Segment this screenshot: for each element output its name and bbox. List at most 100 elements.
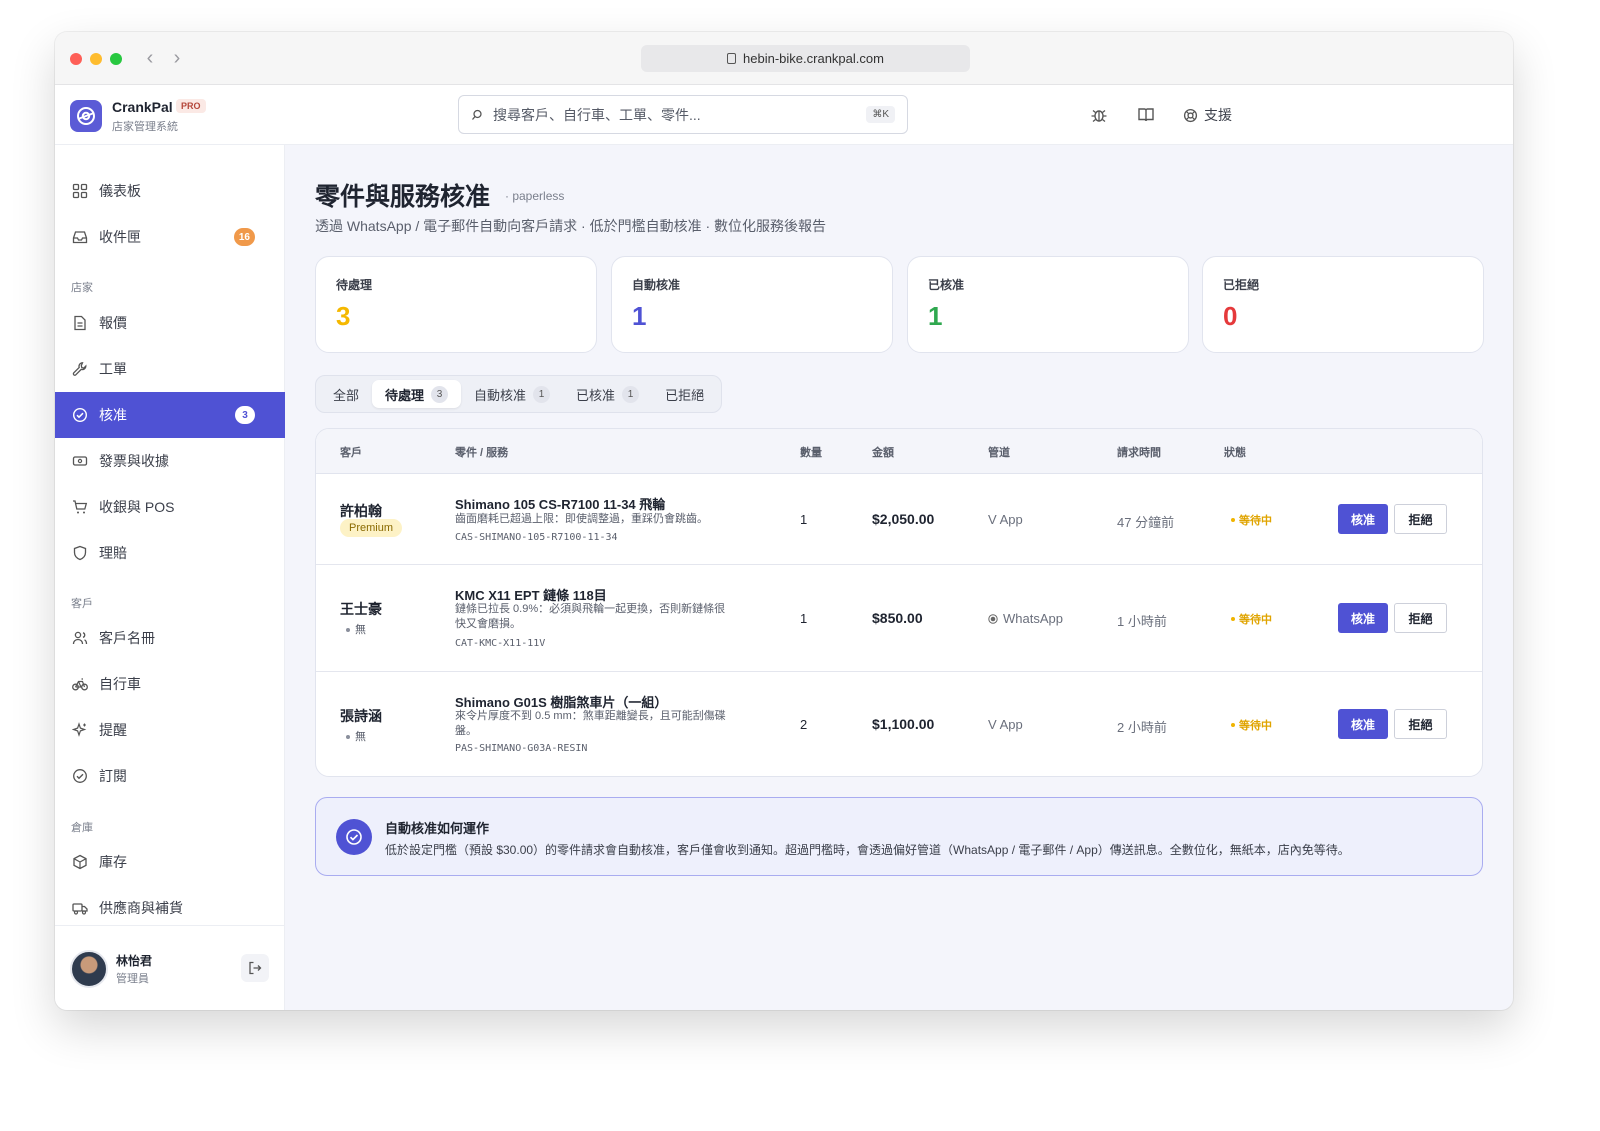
- sidebar: 儀表板 收件匣 16 店家 報價 工單 核准 3 發票與收據 收銀與 POS 理…: [55, 145, 285, 1010]
- approve-button[interactable]: 核准: [1338, 504, 1388, 534]
- status-badge: 等待中: [1231, 611, 1272, 627]
- amount: $2,050.00: [872, 511, 935, 527]
- quantity: 2: [800, 717, 808, 732]
- logout-button[interactable]: [241, 954, 269, 982]
- search-icon: [472, 109, 482, 120]
- filter-tab-auto-approved[interactable]: 自動核准 1: [461, 380, 563, 408]
- minimize-window-button[interactable]: [90, 53, 102, 65]
- filter-tab-pending[interactable]: 待處理 3: [372, 380, 462, 408]
- part-note: 來令片厚度不到 0.5 mm：煞車距離變長，且可能刮傷碟盤。: [455, 710, 726, 738]
- sidebar-item-bikes[interactable]: 自行車: [55, 661, 285, 707]
- column-header: 請求時間: [1117, 447, 1161, 459]
- global-search-input[interactable]: 搜尋客戶、自行車、工單、零件... ⌘K: [458, 95, 908, 134]
- status-filter-tabs: 全部 待處理 3 自動核准 1 已核准 1 已拒絕: [315, 375, 723, 413]
- sidebar-item-customer-directory[interactable]: 客戶名冊: [55, 615, 285, 661]
- close-window-button[interactable]: [70, 53, 82, 65]
- sparkle-icon: [72, 722, 87, 737]
- sidebar-item-claims[interactable]: 理賠: [55, 530, 285, 576]
- reject-button[interactable]: 拒絕: [1394, 709, 1447, 739]
- sidebar-item-dashboard[interactable]: 儀表板: [55, 168, 285, 214]
- table-row[interactable]: 張詩涵 無 Shimano G01S 樹脂煞車片（一組） 來令片厚度不到 0.5…: [316, 672, 1482, 776]
- sidebar-item-label: 工單: [99, 361, 127, 377]
- customer-tier: 無: [346, 728, 366, 744]
- reject-button[interactable]: 拒絕: [1394, 504, 1447, 534]
- filter-tab-label: 已核准: [576, 387, 616, 403]
- channel-label: WhatsApp: [1003, 611, 1063, 626]
- sidebar-item-inventory[interactable]: 庫存: [55, 839, 285, 885]
- column-header: 客戶: [340, 447, 362, 459]
- table-row[interactable]: 許柏翰 Premium Shimano 105 CS-R7100 11-34 飛…: [316, 474, 1482, 565]
- sidebar-item-label: 提醒: [99, 722, 127, 738]
- brand-subtitle: 店家管理系統: [112, 121, 178, 133]
- column-header: 金額: [872, 447, 894, 459]
- sidebar-item-label: 發票與收據: [99, 453, 169, 469]
- stat-label: 自動核准: [632, 278, 681, 292]
- page-icon: [727, 53, 737, 64]
- sidebar-item-inbox[interactable]: 收件匣 16: [55, 214, 285, 260]
- stat-value: 0: [1223, 301, 1238, 331]
- sidebar-item-reminders[interactable]: 提醒: [55, 707, 285, 753]
- customer-tier: 無: [346, 621, 366, 637]
- lifebuoy-icon: [1183, 108, 1198, 122]
- customer-name[interactable]: 張詩涵: [340, 706, 382, 726]
- customer-name[interactable]: 許柏翰: [340, 501, 382, 521]
- check-circle-icon: [72, 407, 88, 423]
- stat-card-approved: 已核准 1: [907, 256, 1189, 353]
- sidebar-item-label: 自行車: [99, 676, 141, 692]
- approve-button[interactable]: 核准: [1338, 603, 1388, 633]
- sidebar-item-label: 收件匣: [99, 229, 141, 245]
- book-icon[interactable]: [1137, 106, 1155, 129]
- forward-arrow-icon[interactable]: ›: [169, 47, 185, 70]
- sidebar-item-label: 供應商與補貨: [99, 900, 183, 916]
- back-arrow-icon[interactable]: ‹: [142, 47, 158, 70]
- document-icon: [74, 315, 86, 331]
- column-header: 數量: [800, 447, 822, 459]
- filter-tab-approved[interactable]: 已核准 1: [563, 380, 652, 408]
- sidebar-item-pos[interactable]: 收銀與 POS: [55, 484, 285, 530]
- table-row[interactable]: 王士豪 無 KMC X11 EPT 鏈條 118目 鏈條已拉長 0.9%：必須與…: [316, 565, 1482, 672]
- part-note: 鏈條已拉長 0.9%：必須與飛輪一起更換，否則新鏈條很快又會磨損。: [455, 603, 726, 631]
- filter-tab-all[interactable]: 全部: [320, 380, 372, 408]
- shopping-cart-icon: [73, 500, 88, 514]
- check-circle-icon: [336, 819, 372, 855]
- request-time: 47 分鐘前: [1117, 515, 1175, 530]
- quantity: 1: [800, 512, 808, 527]
- stat-label: 待處理: [336, 278, 373, 292]
- sidebar-item-subscriptions[interactable]: 訂閱: [55, 753, 285, 799]
- customer-name[interactable]: 王士豪: [340, 599, 382, 619]
- sidebar-item-work-orders[interactable]: 工單: [55, 346, 285, 392]
- sidebar-item-label: 收銀與 POS: [99, 499, 175, 515]
- column-header: 管道: [988, 447, 1010, 459]
- stat-label: 已拒絕: [1223, 278, 1260, 292]
- browser-titlebar: ‹ › hebin-bike.crankpal.com: [55, 32, 1513, 85]
- reject-button[interactable]: 拒絕: [1394, 603, 1447, 633]
- part-note: 齒面磨耗已超過上限：即使調整過，重踩仍會跳齒。: [455, 513, 708, 525]
- sidebar-item-quotes[interactable]: 報價: [55, 300, 285, 346]
- users-icon: [72, 631, 88, 645]
- support-button[interactable]: 支援: [1183, 105, 1232, 125]
- approve-button[interactable]: 核准: [1338, 709, 1388, 739]
- dashboard-grid-icon: [72, 183, 88, 199]
- wrench-icon: [72, 362, 87, 376]
- channel-label: V App: [988, 717, 1023, 732]
- avatar[interactable]: [70, 950, 108, 988]
- support-label: 支援: [1204, 107, 1232, 123]
- channel-label: V App: [988, 512, 1023, 527]
- maximize-window-button[interactable]: [110, 53, 122, 65]
- filter-tab-rejected[interactable]: 已拒絕: [652, 380, 717, 408]
- sidebar-item-label: 儀表板: [99, 183, 141, 199]
- url-bar[interactable]: hebin-bike.crankpal.com: [641, 45, 970, 72]
- filter-count: 1: [533, 385, 551, 403]
- box-icon: [73, 854, 87, 870]
- logout-icon: [249, 961, 262, 975]
- sidebar-item-approvals[interactable]: 核准 3: [55, 392, 285, 438]
- amount: $1,100.00: [872, 716, 935, 732]
- sidebar-section-warehouse: 倉庫: [71, 822, 93, 834]
- crankpal-logo-icon[interactable]: [70, 100, 102, 132]
- sidebar-item-invoices[interactable]: 發票與收據: [55, 438, 285, 484]
- part-sku: CAS-SHIMANO-105-R7100-11-34: [455, 532, 618, 543]
- user-role: 管理員: [116, 973, 149, 985]
- info-body: 低於設定門檻（預設 $30.00）的零件請求會自動核准，客戶僅會收到通知。超過門…: [385, 843, 1350, 857]
- brand-name: CrankPal: [112, 99, 173, 115]
- bug-report-icon[interactable]: [1090, 106, 1108, 129]
